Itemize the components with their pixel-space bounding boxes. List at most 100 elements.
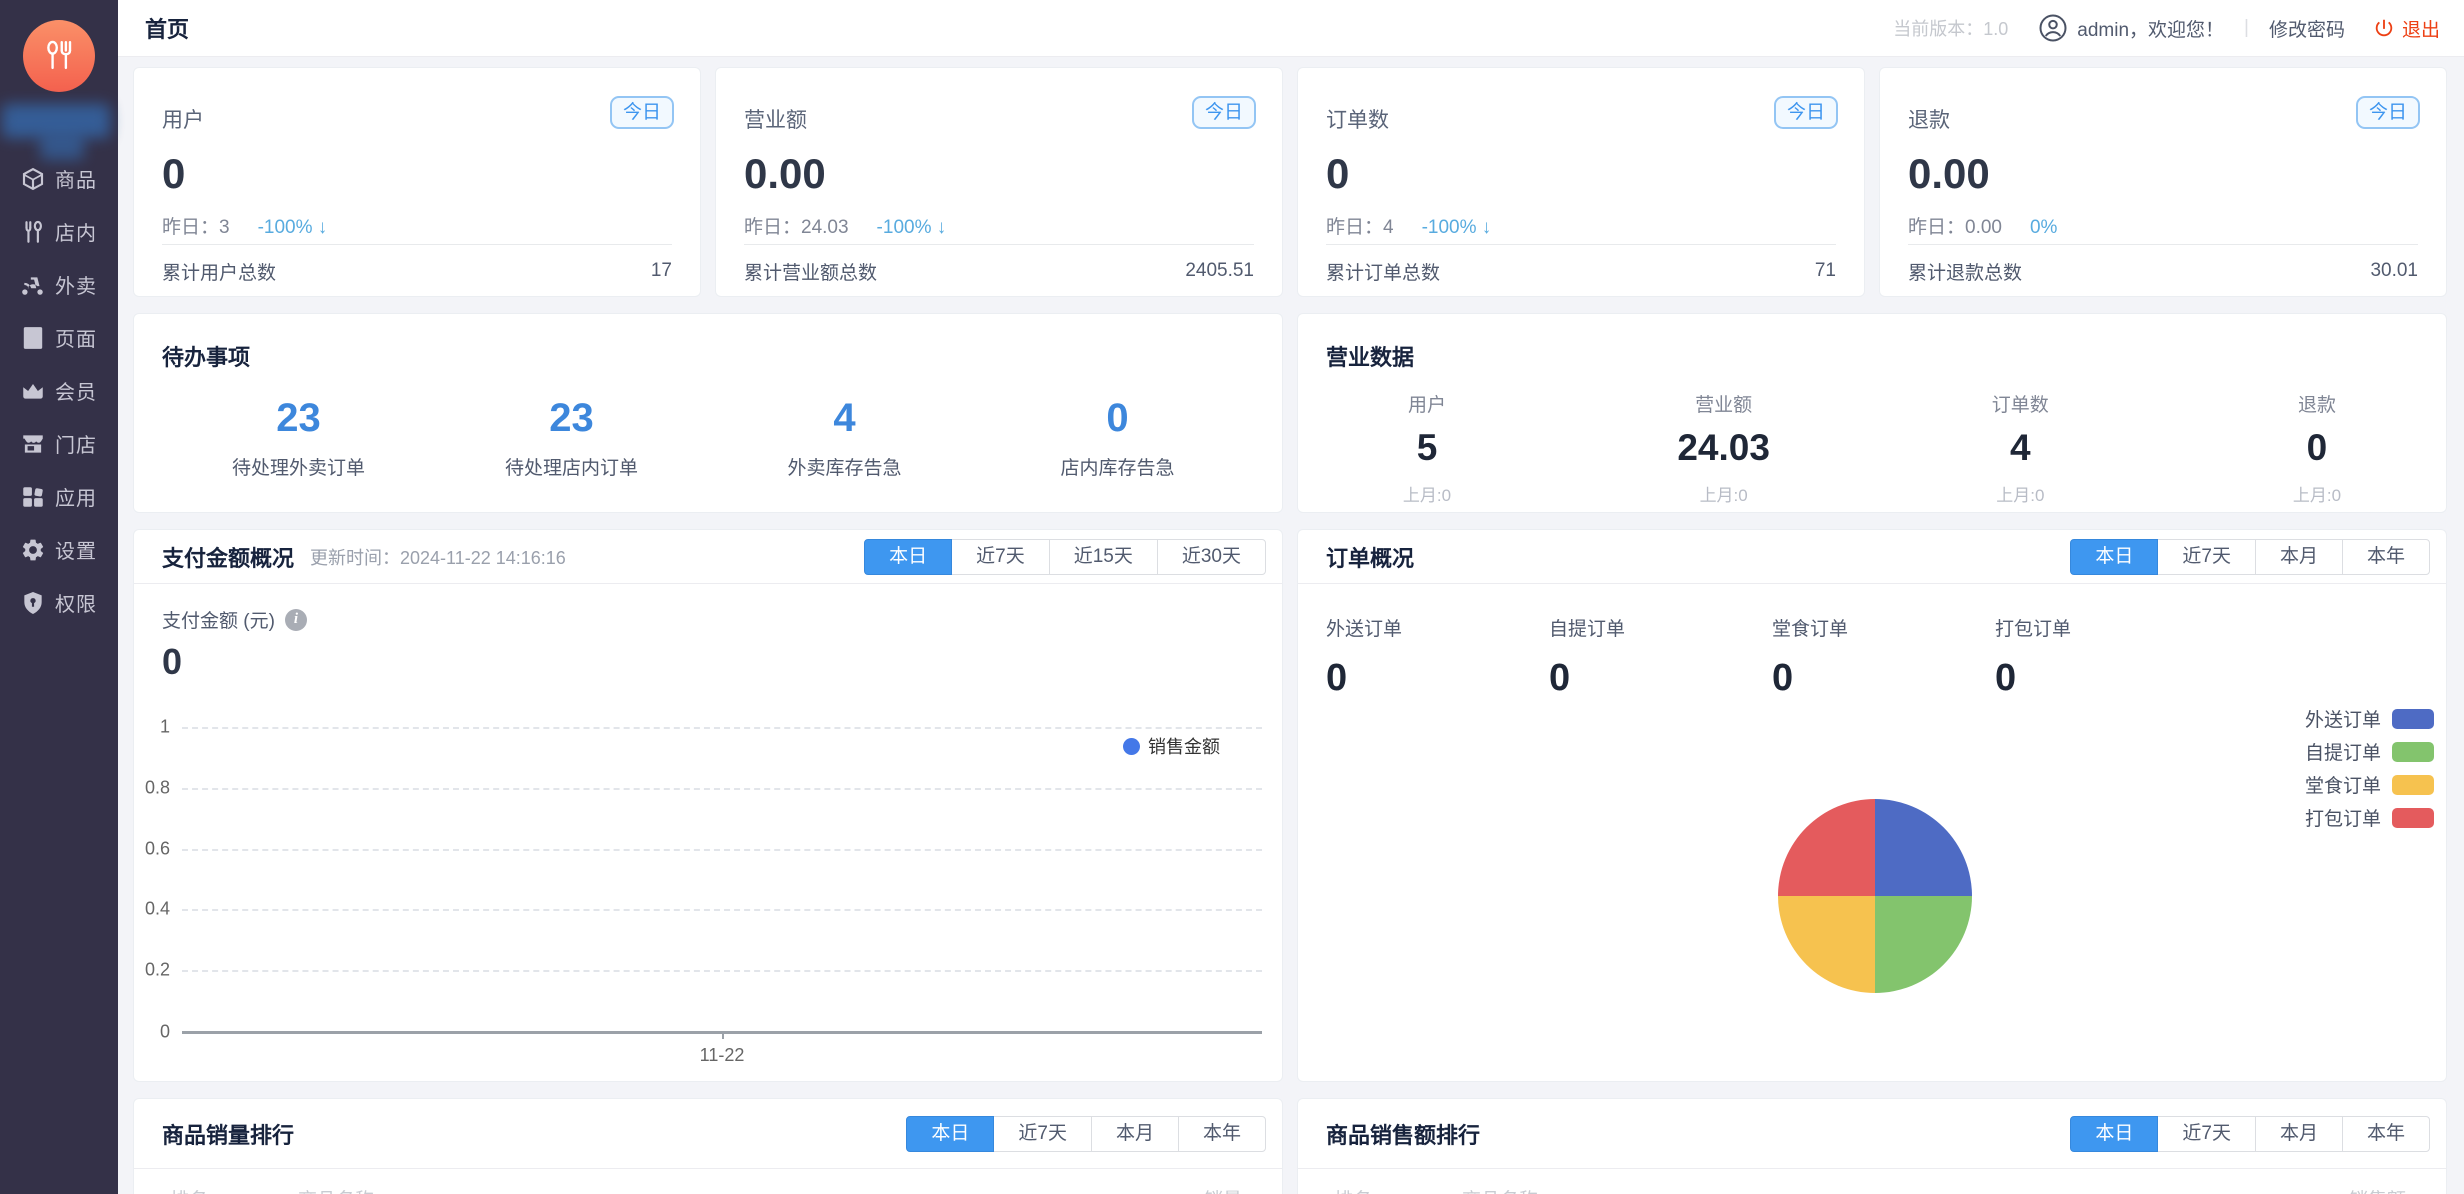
tab-today[interactable]: 本日 — [864, 539, 952, 575]
todo-item-takeout-stock[interactable]: 4 外卖库存告急 — [708, 396, 981, 480]
today-badge: 今日 — [1192, 96, 1256, 129]
page-icon — [20, 325, 46, 351]
app-logo[interactable] — [23, 20, 95, 92]
stat-yesterday: 昨日：0.000% — [1908, 212, 2418, 239]
biz-sub: 上月:0 — [2262, 481, 2372, 506]
header-divider: | — [2244, 17, 2249, 39]
tab-7days[interactable]: 近7天 — [2157, 539, 2256, 575]
col-rank: 排名 — [170, 1185, 208, 1194]
yesterday-label: 昨日：24.03 — [744, 217, 849, 238]
x-tick — [722, 1031, 724, 1039]
pie-legend-label: 打包订单 — [2305, 804, 2381, 831]
today-badge: 今日 — [2356, 96, 2420, 129]
stat-yesterday: 昨日：24.03 -100% ↓ — [744, 212, 1254, 239]
order-overview-card: 订单概况 本日 近7天 本月 本年 外送订单 0 — [1297, 529, 2447, 1082]
sidebar-item-label: 门店 — [55, 429, 97, 458]
info-icon[interactable]: i — [285, 609, 307, 631]
stat-footer: 累计订单总数71 — [1326, 244, 1836, 298]
topbar: 首页 当前版本：1.0 admin，欢迎您！ | 修改密码 退出 — [118, 0, 2464, 57]
change-password-button[interactable]: 修改密码 — [2269, 15, 2345, 42]
stat-card-orders: 订单数 今日 0 昨日：4-100% ↓ 累计订单总数71 — [1297, 67, 1865, 297]
tab-today[interactable]: 本日 — [906, 1116, 994, 1152]
tab-7days[interactable]: 近7天 — [2157, 1116, 2256, 1152]
rank-table-header: 排名 商品名称 销量 — [134, 1169, 1282, 1194]
user-avatar-icon[interactable] — [2038, 13, 2068, 43]
yesterday-label: 昨日：0.00 — [1908, 217, 2002, 238]
line-chart-legend[interactable]: 销售金额 — [1123, 733, 1220, 759]
biz-label: 营业额 — [1669, 390, 1779, 417]
pie-legend-delivery[interactable]: 外送订单 — [2305, 702, 2434, 735]
todo-label: 待处理外卖订单 — [162, 453, 435, 480]
tab-year[interactable]: 本年 — [2342, 1116, 2430, 1152]
pie-legend-label: 外送订单 — [2305, 705, 2381, 732]
todo-item-takeout-pending[interactable]: 23 待处理外卖订单 — [162, 396, 435, 480]
orders-title: 订单概况 — [1326, 541, 1414, 573]
sidebar-item-goods[interactable]: 商品 — [0, 152, 118, 205]
pie-legend-dinein[interactable]: 堂食订单 — [2305, 768, 2434, 801]
pie-legend-label: 堂食订单 — [2305, 771, 2381, 798]
metric-label-row: 支付金额 (元) i — [162, 606, 307, 633]
sidebar-item-apps[interactable]: 应用 — [0, 470, 118, 523]
order-stat-dinein: 堂食订单 0 — [1772, 614, 1995, 700]
tab-year[interactable]: 本年 — [2342, 539, 2430, 575]
todo-value: 23 — [435, 396, 708, 441]
rank-row: 商品销量排行 本日 近7天 本月 本年 排名 商品名称 销量 — [133, 1098, 2447, 1194]
sidebar-item-takeout[interactable]: 外卖 — [0, 258, 118, 311]
order-stat-packed: 打包订单 0 — [1995, 614, 2218, 700]
tab-year[interactable]: 本年 — [1178, 1116, 1266, 1152]
biz-value: 24.03 — [1669, 427, 1779, 469]
sidebar-item-label: 会员 — [55, 376, 97, 405]
stat-value: 0.00 — [1908, 150, 2418, 198]
tab-15days[interactable]: 近15天 — [1049, 539, 1158, 575]
updated-time: 更新时间：2024-11-22 14:16:16 — [310, 544, 566, 570]
tab-month[interactable]: 本月 — [1091, 1116, 1179, 1152]
order-stat-label: 自提订单 — [1549, 614, 1772, 641]
todo-title: 待办事项 — [162, 340, 1254, 372]
tab-7days[interactable]: 近7天 — [993, 1116, 1092, 1152]
pie-legend-pickup[interactable]: 自提订单 — [2305, 735, 2434, 768]
todo-value: 23 — [162, 396, 435, 441]
sidebar-item-pages[interactable]: 页面 — [0, 311, 118, 364]
logout-button[interactable]: 退出 — [2402, 15, 2440, 42]
apps-icon — [20, 484, 46, 510]
tab-today[interactable]: 本日 — [2070, 1116, 2158, 1152]
sidebar-item-instore[interactable]: 店内 — [0, 205, 118, 258]
order-stat-delivery: 外送订单 0 — [1326, 614, 1549, 700]
total-value: 30.01 — [2370, 260, 2418, 282]
sidebar-nav: 商品 店内 外卖 页面 会员 — [0, 152, 118, 629]
tab-today[interactable]: 本日 — [2070, 539, 2158, 575]
sidebar-item-members[interactable]: 会员 — [0, 364, 118, 417]
sidebar-item-stores[interactable]: 门店 — [0, 417, 118, 470]
col-product: 商品名称 — [1462, 1185, 1538, 1194]
todo-label: 店内库存告急 — [981, 453, 1254, 480]
change-label: -100% ↓ — [877, 217, 947, 238]
fork-spoon-icon — [37, 34, 81, 78]
todo-item-instore-stock[interactable]: 0 店内库存告急 — [981, 396, 1254, 480]
sidebar-item-permissions[interactable]: 权限 — [0, 576, 118, 629]
tab-month[interactable]: 本月 — [2255, 1116, 2343, 1152]
tab-30days[interactable]: 近30天 — [1157, 539, 1266, 575]
biz-label: 订单数 — [1965, 390, 2075, 417]
total-label: 累计订单总数 — [1326, 258, 1440, 285]
biz-sub: 上月:0 — [1965, 481, 2075, 506]
rank-card-header: 商品销量排行 本日 近7天 本月 本年 — [134, 1099, 1282, 1169]
stat-card-refunds: 退款 今日 0.00 昨日：0.000% 累计退款总数30.01 — [1879, 67, 2447, 297]
charts-row: 支付金额概况 更新时间：2024-11-22 14:16:16 本日 近7天 近… — [133, 529, 2447, 1082]
order-stat-pickup: 自提订单 0 — [1549, 614, 1772, 700]
stat-title: 营业额 — [744, 104, 1254, 134]
sidebar: 商品 店内 外卖 页面 会员 — [0, 0, 118, 1194]
tab-month[interactable]: 本月 — [2255, 539, 2343, 575]
gridline: 0.4 — [182, 909, 1262, 911]
pie-legend-packed[interactable]: 打包订单 — [2305, 801, 2434, 834]
col-volume: 销量 — [1204, 1185, 1242, 1194]
main-area: 首页 当前版本：1.0 admin，欢迎您！ | 修改密码 退出 用户 — [118, 0, 2464, 1194]
sidebar-item-settings[interactable]: 设置 — [0, 523, 118, 576]
pie-legend-swatch — [2392, 775, 2434, 795]
tab-7days[interactable]: 近7天 — [951, 539, 1050, 575]
pie-legend: 外送订单 自提订单 堂食订单 打包订单 — [2305, 702, 2434, 834]
order-stat-label: 打包订单 — [1995, 614, 2218, 641]
order-stat-label: 堂食订单 — [1772, 614, 1995, 641]
y-tick-label: 0 — [160, 1022, 170, 1043]
y-tick-label: 0.8 — [145, 777, 170, 798]
todo-item-instore-pending[interactable]: 23 待处理店内订单 — [435, 396, 708, 480]
